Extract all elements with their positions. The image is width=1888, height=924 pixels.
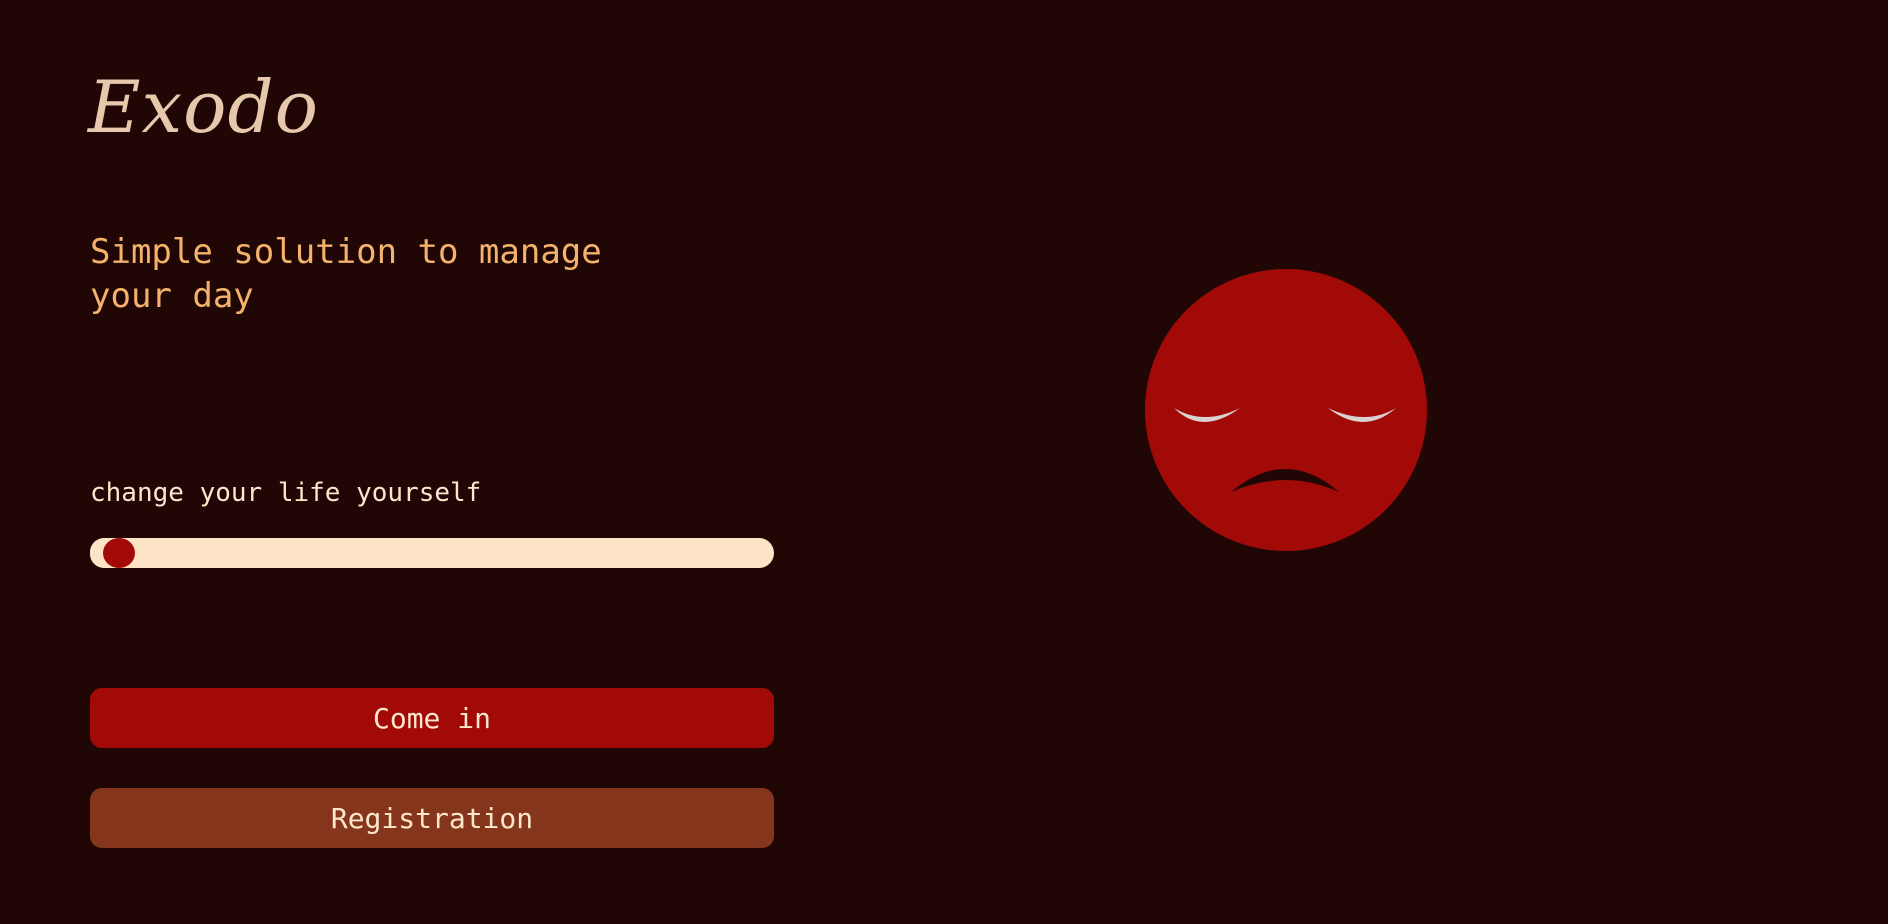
mood-slider-thumb[interactable] xyxy=(103,538,136,568)
hero-tagline: Simple solution to manage your day xyxy=(90,232,602,316)
sad-face-icon xyxy=(1145,269,1427,551)
registration-button[interactable]: Registration xyxy=(90,788,774,848)
come-in-button[interactable]: Come in xyxy=(90,688,774,748)
mood-slider[interactable] xyxy=(90,538,774,568)
app-logo: Exodo xyxy=(88,65,319,149)
face-circle xyxy=(1145,269,1427,551)
hero-subtitle: change your life yourself xyxy=(90,478,482,508)
